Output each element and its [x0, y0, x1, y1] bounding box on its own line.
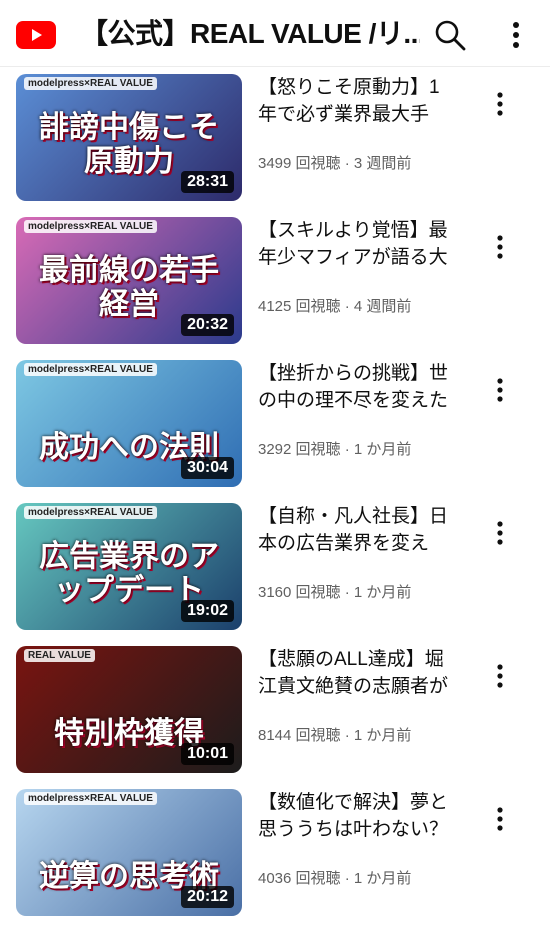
video-list-item[interactable]: modelpress×REAL VALUE 広告業界のアップデート 19:02 【自称…	[0, 495, 550, 635]
channel-title: 【公式】REAL VALUE /リ...	[80, 18, 420, 49]
view-count: 3499 回視聴	[258, 155, 341, 172]
video-list-item[interactable]: REAL VALUE 特別枠獲得 10:01 【悲願のALL達成】堀江貴文絶賛の志願者…	[0, 638, 550, 778]
upload-age: 3 週間前	[353, 155, 412, 172]
upload-age: 1 か月前	[353, 870, 412, 887]
more-vert-icon[interactable]	[505, 18, 527, 52]
video-meta: 8144 回視聴 · 1 か月前	[258, 724, 458, 745]
view-count: 4125 回視聴	[258, 298, 341, 315]
meta-separator: ·	[340, 298, 354, 315]
duration-badge: 20:32	[181, 314, 234, 336]
duration-badge: 10:01	[181, 743, 234, 765]
upload-age: 1 か月前	[353, 584, 412, 601]
video-thumbnail[interactable]: modelpress×REAL VALUE 最前線の若手経営 20:32	[16, 217, 242, 344]
video-list-item[interactable]: modelpress×REAL VALUE 成功への法則 30:04 【挫折からの挑戦…	[0, 352, 550, 492]
view-count: 3292 回視聴	[258, 441, 341, 458]
duration-badge: 30:04	[181, 457, 234, 479]
meta-separator: ·	[340, 727, 354, 744]
video-thumbnail[interactable]: modelpress×REAL VALUE 広告業界のアップデート 19:02	[16, 503, 242, 630]
more-vert-icon[interactable]	[490, 233, 510, 261]
video-list-item[interactable]: modelpress×REAL VALUE 誹謗中傷こそ原動力 28:31 【怒りこそ…	[0, 66, 550, 206]
view-count: 3160 回視聴	[258, 584, 341, 601]
video-title[interactable]: 【スキルより覚悟】最年少マフィアが語る大きな夢を掴むための...	[258, 217, 454, 271]
video-thumbnail[interactable]: modelpress×REAL VALUE 逆算の思考術 20:12	[16, 789, 242, 916]
thumbnail-brand-label: modelpress×REAL VALUE	[24, 363, 157, 376]
more-vert-icon[interactable]	[490, 376, 510, 404]
thumbnail-headline: 誹謗中傷こそ原動力	[39, 111, 219, 178]
view-count: 8144 回視聴	[258, 727, 341, 744]
video-thumbnail[interactable]: REAL VALUE 特別枠獲得 10:01	[16, 646, 242, 773]
view-count: 4036 回視聴	[258, 870, 341, 887]
youtube-logo-icon[interactable]	[16, 21, 56, 49]
meta-separator: ·	[340, 441, 354, 458]
video-meta: 4036 回視聴 · 1 か月前	[258, 867, 458, 888]
video-meta: 3160 回視聴 · 1 か月前	[258, 581, 458, 602]
upload-age: 1 か月前	[353, 441, 412, 458]
video-thumbnail[interactable]: modelpress×REAL VALUE 成功への法則 30:04	[16, 360, 242, 487]
video-title[interactable]: 【数値化で解決】夢と思ううちは叶わない？目標へと切り替える...	[258, 789, 454, 843]
video-list-item[interactable]: modelpress×REAL VALUE 逆算の思考術 20:12 【数値化で解決】…	[0, 781, 550, 921]
thumbnail-brand-label: REAL VALUE	[24, 649, 95, 662]
duration-badge: 19:02	[181, 600, 234, 622]
meta-separator: ·	[340, 584, 354, 601]
meta-separator: ·	[340, 870, 354, 887]
duration-badge: 20:12	[181, 886, 234, 908]
video-title[interactable]: 【挫折からの挑戦】世の中の理不尽を変えたい！ 夢を諦めた理由...	[258, 360, 454, 414]
upload-age: 4 週間前	[353, 298, 412, 315]
thumbnail-brand-label: modelpress×REAL VALUE	[24, 506, 157, 519]
video-title[interactable]: 【怒りこそ原動力】1年で必ず業界最大手へ！ 溝口勇児から学...	[258, 74, 454, 128]
video-thumbnail[interactable]: modelpress×REAL VALUE 誹謗中傷こそ原動力 28:31	[16, 74, 242, 201]
video-meta: 4125 回視聴 · 4 週間前	[258, 295, 458, 316]
video-list-item[interactable]: modelpress×REAL VALUE 最前線の若手経営 20:32 【スキルより…	[0, 209, 550, 349]
duration-badge: 28:31	[181, 171, 234, 193]
video-meta: 3499 回視聴 · 3 週間前	[258, 152, 458, 173]
thumbnail-brand-label: modelpress×REAL VALUE	[24, 220, 157, 233]
more-vert-icon[interactable]	[490, 519, 510, 547]
search-icon[interactable]	[433, 18, 467, 52]
video-meta: 3292 回視聴 · 1 か月前	[258, 438, 458, 459]
app-header: 【公式】REAL VALUE /リ...	[0, 0, 550, 67]
video-title[interactable]: 【自称・凡人社長】日本の広告業界を変える！テレシー元CEO...	[258, 503, 454, 557]
meta-separator: ·	[340, 155, 354, 172]
more-vert-icon[interactable]	[490, 90, 510, 118]
thumbnail-headline: 最前線の若手経営	[39, 254, 219, 321]
more-vert-icon[interactable]	[490, 662, 510, 690]
more-vert-icon[interactable]	[490, 805, 510, 833]
thumbnail-brand-label: modelpress×REAL VALUE	[24, 792, 157, 805]
thumbnail-headline: 広告業界のアップデート	[39, 540, 219, 607]
thumbnail-brand-label: modelpress×REAL VALUE	[24, 77, 157, 90]
upload-age: 1 か月前	[353, 727, 412, 744]
video-title[interactable]: 【悲願のALL達成】堀江貴文絶賛の志願者が衝撃暴露!? 「マフィ...	[258, 646, 454, 700]
